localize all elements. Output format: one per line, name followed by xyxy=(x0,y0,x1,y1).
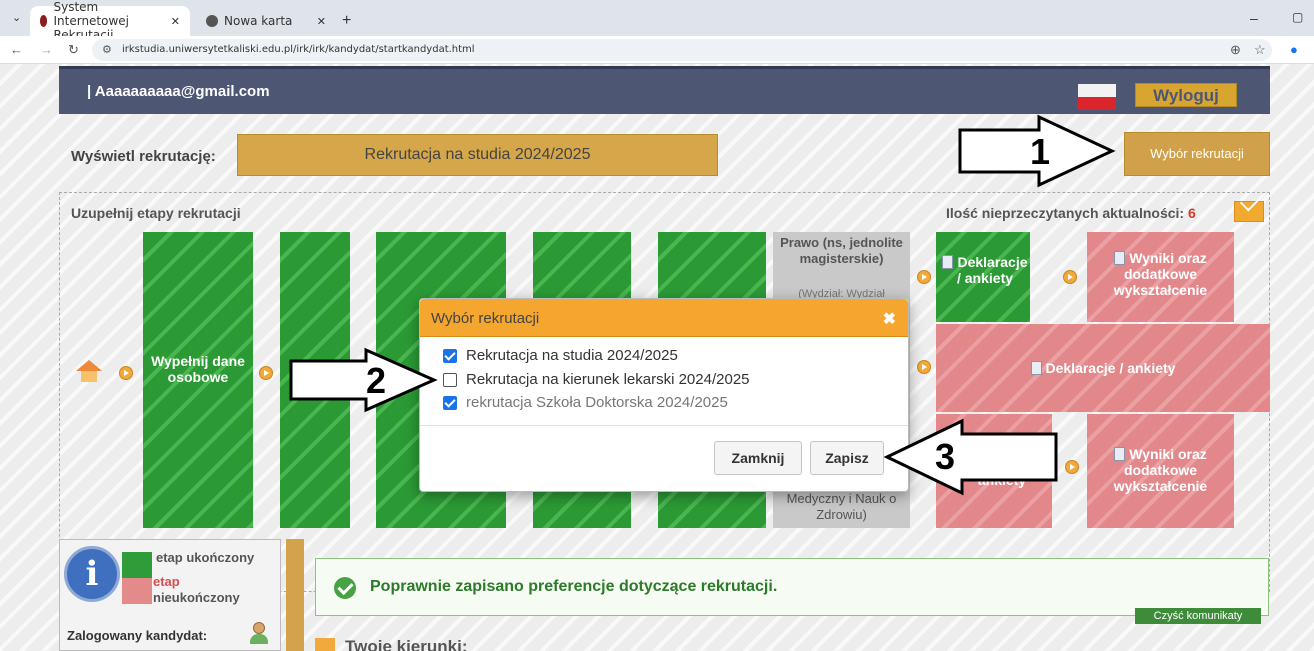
zoom-icon[interactable]: ⊕ xyxy=(1230,42,1241,58)
option-lekarski[interactable]: Rekrutacja na kierunek lekarski 2024/202… xyxy=(443,371,750,388)
checkbox-checked[interactable] xyxy=(443,395,457,410)
annotation-number-1: 1 xyxy=(1030,131,1051,172)
legend-not-done-label: etap nieukończony xyxy=(153,574,240,605)
new-tab-icon[interactable]: + xyxy=(342,12,351,30)
success-message: Poprawnie zapisano preferencje dotyczące… xyxy=(315,558,1269,616)
results-top-label: Wyniki oraz dodatkowe wykształcenie xyxy=(1113,250,1208,299)
chrome-icon xyxy=(206,15,218,27)
top-header: | Aaaaaaaaaa@gmail.com Wyloguj xyxy=(59,66,1270,114)
favicon-icon xyxy=(40,15,48,27)
checkbox-checked[interactable] xyxy=(443,348,457,363)
dialog-title: Wybór rekrutacji xyxy=(431,310,540,327)
document-icon xyxy=(1114,251,1126,265)
document-icon xyxy=(942,255,954,269)
tab-irk[interactable]: System Internetowej Rekrutacji ✕ xyxy=(30,0,190,42)
dialog-divider xyxy=(420,425,908,426)
results-bottom-label: Wyniki oraz dodatkowe wykształcenie xyxy=(1113,446,1208,495)
tab-search-icon[interactable]: ⌄ xyxy=(12,11,21,24)
success-text: Poprawnie zapisano preferencje dotyczące… xyxy=(370,578,778,595)
arrow-right-icon xyxy=(259,366,273,380)
close-tab-icon[interactable]: ✕ xyxy=(317,15,326,28)
polish-flag-icon[interactable] xyxy=(1078,84,1116,110)
arrow-right-icon xyxy=(917,270,931,284)
close-icon[interactable]: ✖ xyxy=(883,309,896,329)
document-icon xyxy=(1114,447,1126,461)
candidate-avatar-icon[interactable] xyxy=(250,622,268,646)
dialog-header: Wybór rekrutacji ✖ xyxy=(420,299,908,337)
bookmark-star-icon[interactable]: ☆ xyxy=(1254,42,1266,58)
steps-heading: Uzupełnij etapy rekrutacji xyxy=(71,205,241,221)
url-text: irkstudia.uniwersytetkaliski.edu.pl/irk/… xyxy=(122,44,475,55)
tab-new[interactable]: Nowa karta ✕ xyxy=(196,6,336,36)
annotation-arrow-2-icon xyxy=(289,347,438,413)
declarations-top-label: Deklaracje / ankiety xyxy=(942,254,1028,286)
site-info-icon[interactable]: ⚙ xyxy=(102,43,112,56)
back-icon[interactable]: ← xyxy=(10,42,23,57)
declarations-middle-label: Deklaracje / ankiety xyxy=(936,360,1270,376)
close-tab-icon[interactable]: ✕ xyxy=(171,15,180,28)
profile-icon[interactable]: ● xyxy=(1290,42,1298,57)
restore-icon[interactable]: ▢ xyxy=(1292,10,1303,24)
tab-label: Nowa karta xyxy=(224,14,293,28)
url-field[interactable]: ⚙ irkstudia.uniwersytetkaliski.edu.pl/ir… xyxy=(92,39,1272,61)
side-accent-bar xyxy=(286,539,304,651)
annotation-number-2: 2 xyxy=(366,360,387,401)
program-top-label: Prawo (ns, jednolite magisterskie) xyxy=(780,235,903,267)
legend-panel: i etap ukończony etap nieukończony Zalogo… xyxy=(59,539,281,651)
reload-icon[interactable]: ↻ xyxy=(68,42,79,58)
option-studia[interactable]: Rekrutacja na studia 2024/2025 xyxy=(443,347,678,364)
arrow-right-icon xyxy=(1063,270,1077,284)
document-icon xyxy=(1030,361,1042,375)
arrow-right-icon xyxy=(119,366,133,380)
annotation-arrow-3-icon xyxy=(884,418,1058,496)
annotation-number-3: 3 xyxy=(935,436,956,477)
user-email: | Aaaaaaaaaa@gmail.com xyxy=(87,83,270,100)
home-icon[interactable] xyxy=(76,360,102,382)
select-recruitment-dialog: Wybór rekrutacji ✖ Rekrutacja na studia … xyxy=(419,298,909,492)
info-icon: i xyxy=(64,546,120,602)
step-personal-data-label: Wypełnij dane osobowe xyxy=(151,353,245,386)
address-bar: ← → ↻ ⚙ irkstudia.uniwersytetkaliski.edu… xyxy=(0,36,1314,64)
logout-button[interactable]: Wyloguj xyxy=(1135,83,1237,107)
unread-news[interactable]: Ilość nieprzeczytanych aktualności: 6 xyxy=(946,205,1196,221)
your-programs-heading: Twoje kierunki: xyxy=(345,637,468,651)
legend-done-swatch xyxy=(122,552,152,578)
programs-icon xyxy=(315,638,335,651)
forward-icon[interactable]: → xyxy=(40,42,53,57)
option-doktorska[interactable]: rekrutacja Szkoła Doktorska 2024/2025 xyxy=(443,394,728,411)
select-recruitment-button[interactable]: Wybór rekrutacji xyxy=(1124,132,1270,176)
clear-messages-button[interactable]: Czyść komunikaty xyxy=(1135,608,1261,624)
logged-candidate-label: Zalogowany kandydat: xyxy=(67,628,208,643)
minimize-icon[interactable]: – xyxy=(1250,10,1258,26)
browser-tabbar: ⌄ System Internetowej Rekrutacji ✕ Nowa … xyxy=(0,0,1314,42)
mail-icon[interactable] xyxy=(1234,201,1264,222)
current-recruitment[interactable]: Rekrutacja na studia 2024/2025 xyxy=(237,134,718,176)
save-button[interactable]: Zapisz xyxy=(810,441,884,475)
legend-not-done-swatch xyxy=(122,578,152,604)
show-recruitment-label: Wyświetl rekrutację: xyxy=(71,148,216,165)
arrow-right-icon xyxy=(917,360,931,374)
checkbox-unchecked[interactable] xyxy=(443,372,457,387)
check-icon xyxy=(334,577,356,599)
arrow-right-icon xyxy=(1065,460,1079,474)
close-button[interactable]: Zamknij xyxy=(714,441,802,475)
legend-done-label: etap ukończony xyxy=(156,550,255,565)
